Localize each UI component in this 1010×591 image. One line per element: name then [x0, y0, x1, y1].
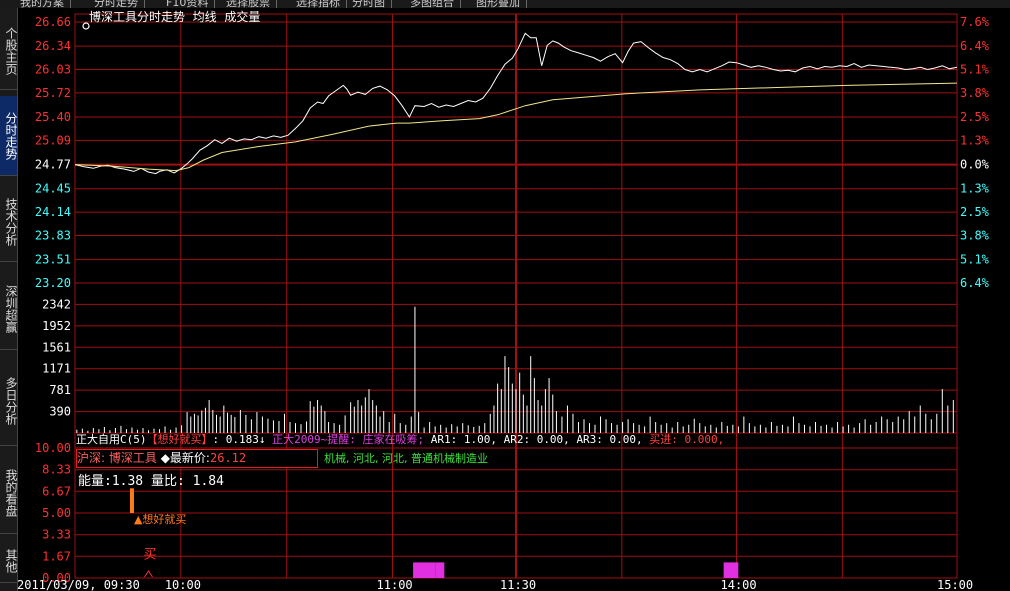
indicator-signal-value: : 0.183↓ — [212, 433, 266, 446]
price-tick-label: 26.03 — [35, 63, 71, 77]
indicator-block — [435, 562, 445, 578]
indicator-buy-in: 买进: 0.000, — [649, 433, 725, 446]
avg-line-label: 均线 — [192, 10, 217, 24]
volume-tick-label: 1952 — [42, 319, 71, 333]
time-tick-label: 11:00 — [377, 578, 413, 591]
price-tick-label: 24.14 — [35, 205, 71, 219]
buy-signal-label: ▲想好就买 — [134, 512, 186, 526]
indicator-tick-label: 10.00 — [35, 441, 71, 455]
time-tick-label: 11:30 — [500, 578, 536, 591]
price-tick-label: 24.77 — [35, 158, 71, 172]
indicator-tick-label: 3.33 — [42, 528, 71, 542]
pct-tick-label: 2.5% — [960, 205, 990, 219]
signal-bar — [129, 488, 134, 513]
quote-box: 沪深: 博深工具 ◆最新价:26.12 — [76, 449, 318, 468]
volume-tick-label: 390 — [49, 405, 71, 419]
time-tick-label: 15:00 — [937, 578, 973, 591]
volume-tick-label: 2342 — [42, 297, 71, 311]
pct-tick-label: 6.4% — [960, 39, 990, 53]
volume-tick-label: 1171 — [42, 362, 71, 376]
indicator-ar1: AR1: 1.00, — [430, 433, 497, 446]
chart-title: 博深工具分时走势 — [89, 10, 186, 24]
price-tick-label: 26.66 — [35, 15, 71, 29]
time-tick-label: 2011/03/09, 09:30 — [17, 578, 140, 591]
pct-tick-label: 0.0% — [960, 158, 990, 172]
volume-label: 成交量 — [224, 10, 261, 24]
pct-tick-label: 6.4% — [960, 276, 990, 290]
volume-ratio-label: 量比: — [150, 474, 185, 489]
price-tick-label: 25.72 — [35, 86, 71, 100]
chart-header: 博深工具分时走势 均线 成交量 — [89, 8, 260, 25]
indicator-info-bar: 正大自用C(5)【想好就买】: 0.183↓ 正大2009~提醒: 庄家在吸筹;… — [76, 433, 724, 447]
time-tick-label: 14:00 — [721, 578, 757, 591]
price-tick-label: 25.09 — [35, 133, 71, 147]
indicator-block — [413, 562, 436, 578]
indicator-tick-label: 6.67 — [42, 484, 71, 498]
buy-arrow-icon — [144, 570, 153, 578]
diamond-icon: ◆ — [160, 451, 170, 465]
indicator-tick-label: 8.33 — [42, 463, 71, 477]
indicator-ar2: AR2: 0.00, — [503, 433, 570, 446]
indicator-tick-label: 1.67 — [42, 549, 71, 563]
price-tick-label: 23.51 — [35, 253, 71, 267]
pct-tick-label: 1.3% — [960, 182, 990, 196]
intraday-chart[interactable]: 26.66 26.34 26.03 25.72 25.40 25.09 24.77 24.45… — [0, 0, 1010, 591]
indicator-name[interactable]: 正大自用C(5) — [76, 433, 147, 446]
pct-tick-label: 5.1% — [960, 63, 990, 77]
price-tick-label: 23.83 — [35, 228, 71, 242]
price-tick-label: 24.45 — [35, 182, 71, 196]
latest-price-label: 最新价: — [169, 451, 210, 465]
price-tick-label: 26.34 — [35, 39, 71, 53]
quote-code-name: 沪深: 博深工具 — [77, 451, 157, 465]
price-tick-label: 23.20 — [35, 276, 71, 290]
indicator-block — [723, 562, 739, 578]
volume-tick-label: 781 — [49, 383, 71, 397]
indicator-ar3: AR3: 0.00, — [576, 433, 643, 446]
pct-tick-label: 1.3% — [960, 133, 990, 147]
pct-tick-label: 3.8% — [960, 86, 990, 100]
time-tick-label: 10:00 — [165, 578, 201, 591]
pct-tick-label: 2.5% — [960, 110, 990, 124]
pct-tick-label: 7.6% — [960, 15, 990, 29]
sector-tags: 机械, 河北, 河北, 普通机械制造业 — [324, 452, 488, 465]
indicator-signal: 【想好就买】 — [146, 433, 213, 446]
pct-tick-label: 5.1% — [960, 253, 990, 267]
energy-label: 能量: — [78, 474, 112, 489]
indicator-tick-label: 5.00 — [42, 506, 71, 520]
price-tick-label: 25.40 — [35, 110, 71, 124]
indicator-formula: 正大2009~提醒: 庄家在吸筹; — [272, 433, 425, 446]
volume-ratio-value: 1.84 — [192, 474, 224, 489]
energy-readout: 能量:1.38 量比: 1.84 — [78, 470, 224, 489]
pct-tick-label: 3.8% — [960, 228, 990, 242]
volume-tick-label: 1561 — [42, 340, 71, 354]
buy-mark: 买 — [144, 547, 157, 562]
energy-value: 1.38 — [111, 474, 144, 489]
latest-price-value: 26.12 — [209, 451, 247, 465]
